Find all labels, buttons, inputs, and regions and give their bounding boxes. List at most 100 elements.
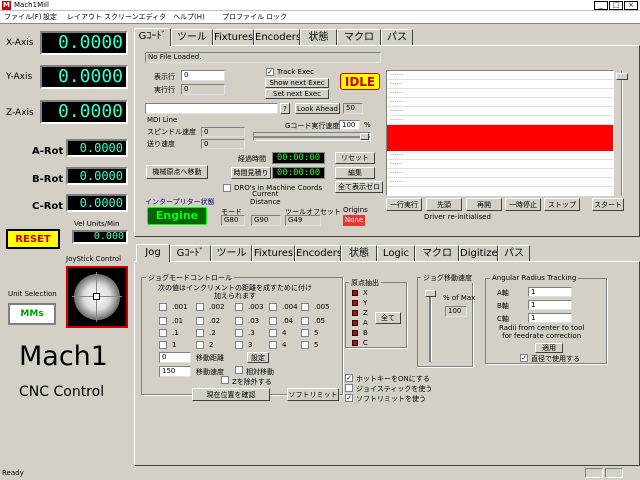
jog-inc-checkbox[interactable] [235, 341, 243, 349]
joystick-use-checkbox[interactable] [345, 384, 353, 392]
menu-screen-editor[interactable]: スクリーンエディタ [104, 11, 166, 24]
unit-selection-button[interactable]: MMs [8, 303, 56, 325]
bottom-tab-encoders[interactable]: Encoders [295, 245, 341, 261]
jog-speed-input[interactable]: 150 [159, 366, 191, 377]
menu-lock[interactable]: ロック [266, 11, 287, 24]
lookahead-button[interactable]: Look Ahead [295, 103, 340, 114]
jog-inc-checkbox[interactable] [301, 303, 309, 311]
show-next-exec-button[interactable]: Show next Exec [265, 78, 329, 88]
top-tab-encoders[interactable]: Encoders [254, 29, 300, 45]
top-tab-gcode[interactable]: Gｺｰﾄﾞ [134, 28, 171, 46]
estimate-time-button[interactable]: 時間見積り [231, 167, 271, 179]
bottom-tab-macro[interactable]: マクロ [415, 245, 459, 261]
listing-scroll-thumb[interactable] [616, 73, 628, 80]
pause-button[interactable]: 一時停止 [505, 198, 541, 211]
jog-inc-checkbox[interactable] [269, 303, 277, 311]
b-rot-dro[interactable]: 0.0000 [66, 167, 128, 185]
stop-button[interactable]: ストップ [544, 198, 580, 211]
jog-inc-checkbox[interactable] [301, 329, 309, 337]
jog-inc-checkbox[interactable] [301, 341, 309, 349]
use-diameter-checkbox[interactable]: ✓ [520, 354, 528, 362]
a-rot-dro[interactable]: 0.0000 [66, 139, 128, 157]
jog-inc-checkbox[interactable] [196, 329, 204, 337]
bottom-tab-gcode[interactable]: Gｺｰﾄﾞ [170, 245, 211, 261]
menu-help[interactable]: ヘルプ(H) [173, 11, 205, 24]
hotkey-checkbox[interactable]: ✓ [345, 374, 353, 382]
single-block-button[interactable]: 一行実行 [386, 198, 422, 211]
joystick-handle[interactable] [93, 293, 100, 300]
jog-inc-checkbox[interactable] [269, 329, 277, 337]
top-tab-macro[interactable]: マクロ [337, 29, 381, 45]
display-line-input[interactable]: 0 [181, 70, 225, 81]
jog-inc-checkbox[interactable] [235, 303, 243, 311]
track-exec-checkbox[interactable]: ✓ [266, 68, 274, 76]
mdi-help-button[interactable]: ? [280, 103, 290, 114]
edit-button[interactable]: 編集 [335, 167, 375, 179]
bottom-tab-jog[interactable]: Jog [136, 244, 170, 262]
softlimit-button[interactable]: ソフトリミット [287, 388, 339, 401]
resume-button[interactable]: 再開 [466, 198, 502, 211]
dro-machine-checkbox[interactable] [223, 184, 231, 192]
y-axis-dro[interactable]: 0.0000 [40, 65, 128, 89]
menu-config[interactable]: 設定 [43, 11, 57, 24]
jog-inc-checkbox[interactable] [159, 329, 167, 337]
top-tab-path[interactable]: パス [381, 29, 413, 45]
feed-rate-slider-thumb[interactable] [360, 133, 369, 140]
reset-button[interactable]: RESET [6, 229, 60, 249]
start-button[interactable]: スタート [592, 198, 624, 211]
jog-inc-checkbox[interactable] [235, 317, 243, 325]
jog-set-button[interactable]: 設定 [247, 352, 269, 363]
top-tab-tool[interactable]: ツール [171, 29, 213, 45]
jog-inc-checkbox[interactable] [269, 317, 277, 325]
mdi-input[interactable] [145, 103, 278, 114]
x-axis-dro[interactable]: 0.0000 [40, 31, 128, 55]
zero-all-button[interactable]: 全て表示ゼロ [335, 181, 383, 193]
bottom-tab-tool[interactable]: ツール [211, 245, 252, 261]
jog-inc-checkbox[interactable] [159, 303, 167, 311]
jog-inc-checkbox[interactable] [159, 317, 167, 325]
softlimit-use-checkbox[interactable]: ✓ [345, 394, 353, 402]
jog-inc-checkbox[interactable] [159, 341, 167, 349]
jog-speed-slider-track[interactable] [429, 290, 432, 362]
close-button[interactable]: × [624, 1, 638, 10]
jog-inc-checkbox[interactable] [196, 303, 204, 311]
angular-radius-input[interactable]: 1 [528, 313, 572, 323]
jog-inc-checkbox[interactable] [301, 317, 309, 325]
jog-inc-checkbox[interactable] [235, 329, 243, 337]
menu-file[interactable]: ファイル(F) [4, 11, 42, 24]
confirm-position-button[interactable]: 現在位置を確認 [192, 388, 270, 401]
jog-inc-checkbox[interactable] [196, 341, 204, 349]
jog-inc-checkbox[interactable] [269, 341, 277, 349]
top-tab-fixtures[interactable]: Fixtures [213, 29, 254, 45]
set-next-exec-button[interactable]: Set next Exec [265, 89, 329, 99]
angular-radius-input[interactable]: 1 [528, 287, 572, 297]
bottom-tab-digitize[interactable]: Digitize [459, 245, 498, 261]
jog-speed-slider-thumb[interactable] [425, 290, 436, 297]
jog-distance-input[interactable]: 0 [159, 352, 191, 363]
bottom-tab-status[interactable]: 状態 [341, 245, 377, 261]
home-all-button[interactable]: 全て [375, 312, 401, 324]
bottom-tab-logic[interactable]: Logic [377, 245, 415, 261]
maximize-button[interactable]: □ [609, 1, 623, 10]
reset-time-button[interactable]: リセット [335, 152, 375, 164]
goto-origin-button[interactable]: 機械原点へ移動 [146, 165, 208, 179]
joystick-pad[interactable] [66, 266, 128, 328]
relative-move-checkbox[interactable] [235, 366, 243, 374]
angular-apply-button[interactable]: 適用 [535, 343, 563, 353]
feed-rate-slider[interactable] [253, 132, 371, 141]
gcode-listing[interactable]: ------ ------ ------ ------ ------ -----… [386, 70, 614, 196]
bottom-tab-fixtures[interactable]: Fixtures [252, 245, 295, 261]
z-axis-dro[interactable]: 0.0000 [40, 100, 128, 124]
menu-layout[interactable]: レイアウト [67, 11, 102, 24]
top-tab-status[interactable]: 状態 [300, 29, 337, 45]
menu-profile[interactable]: プロファイル [222, 11, 264, 24]
rewind-button[interactable]: 先頭 [426, 198, 462, 211]
jog-inc-checkbox[interactable] [196, 317, 204, 325]
feed-rate-input[interactable]: 100 [339, 120, 360, 130]
minimize-button[interactable]: _ [594, 1, 608, 10]
angular-radius-input[interactable]: 1 [528, 300, 572, 310]
listing-scroll-track[interactable] [621, 70, 623, 196]
bottom-tab-path[interactable]: パス [498, 245, 530, 261]
exclude-z-checkbox[interactable] [221, 376, 229, 384]
c-rot-dro[interactable]: 0.0000 [66, 194, 128, 212]
